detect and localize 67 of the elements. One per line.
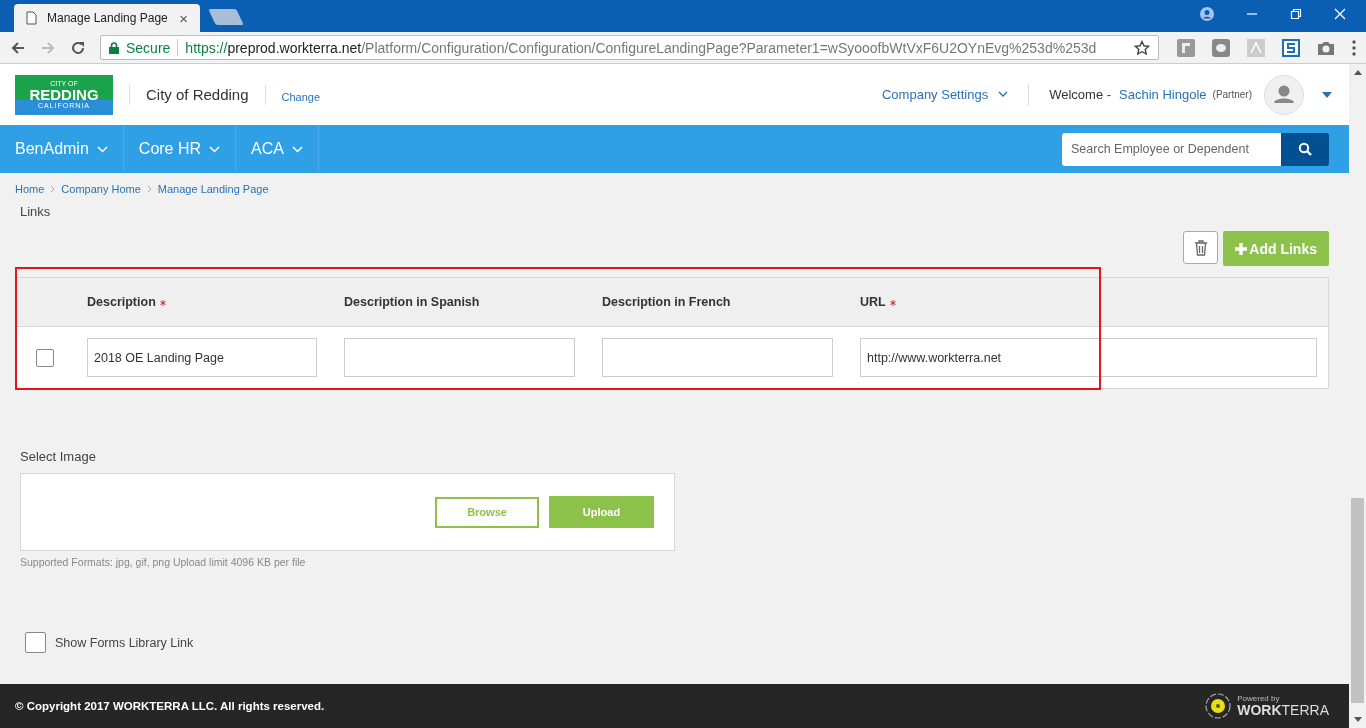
checkbox-label: Show Forms Library Link bbox=[55, 635, 194, 650]
section-title: Links bbox=[20, 204, 52, 219]
company-name: City of Redding bbox=[146, 86, 249, 103]
chevron-down-icon bbox=[209, 145, 221, 153]
delete-button[interactable] bbox=[1183, 231, 1219, 264]
copyright-text: © Copyright 2017 WORKTERRA LLC. All rights reserved. bbox=[15, 700, 325, 712]
column-header: Description in Spanish bbox=[343, 295, 481, 309]
user-name-link[interactable]: Sachin Hingole bbox=[1119, 87, 1207, 102]
scrollbar-thumb[interactable] bbox=[1351, 498, 1364, 703]
browser-tab[interactable]: Manage Landing Page × bbox=[14, 4, 200, 32]
chevron-right-icon bbox=[146, 185, 152, 193]
chevron-down-icon bbox=[998, 91, 1009, 98]
scroll-up-icon[interactable] bbox=[1353, 70, 1362, 75]
nav-menu[interactable]: ACA bbox=[236, 125, 319, 173]
camera-icon[interactable] bbox=[1317, 39, 1335, 56]
more-menu-icon[interactable] bbox=[1352, 39, 1356, 56]
column-header: Description in French bbox=[601, 295, 732, 309]
chevron-down-icon bbox=[96, 145, 108, 153]
extension-icon[interactable] bbox=[1282, 38, 1300, 57]
text-field[interactable]: http://www.workterra.net bbox=[860, 338, 1317, 377]
nav-menu[interactable]: Core HR bbox=[123, 125, 237, 173]
change-link[interactable]: Change bbox=[281, 90, 321, 103]
new-tab-button[interactable] bbox=[208, 9, 244, 25]
required-icon bbox=[889, 300, 896, 306]
avatar-icon[interactable] bbox=[1264, 74, 1304, 115]
powered-by-logo: Powered by WORKTERRA bbox=[1205, 693, 1329, 719]
checkbox[interactable] bbox=[25, 632, 46, 653]
text-field[interactable] bbox=[344, 338, 575, 377]
profile-icon[interactable] bbox=[1200, 7, 1214, 21]
search-field[interactable]: Search Employee or Dependent bbox=[1062, 132, 1281, 166]
nav-menu[interactable]: BenAdmin bbox=[0, 125, 124, 173]
lock-icon bbox=[109, 41, 119, 54]
welcome-text: Welcome - bbox=[1049, 87, 1112, 102]
breadcrumb-link[interactable]: Home bbox=[15, 183, 45, 195]
bookmark-star-icon[interactable] bbox=[1134, 39, 1150, 56]
trash-icon bbox=[1193, 239, 1208, 256]
page-icon bbox=[26, 11, 37, 25]
breadcrumb-link[interactable]: Company Home bbox=[61, 183, 141, 195]
company-settings-menu[interactable]: Company Settings bbox=[881, 87, 1009, 102]
tab-title: Manage Landing Page bbox=[47, 11, 169, 25]
close-window-icon[interactable] bbox=[1334, 8, 1346, 20]
breadcrumb-link[interactable]: Manage Landing Page bbox=[157, 183, 269, 195]
help-text: Supported Formats: jpg, gif, png Upload limit 4096 KB per file bbox=[20, 556, 307, 568]
required-icon bbox=[159, 300, 166, 306]
field-label: Select Image bbox=[20, 449, 97, 464]
address-bar[interactable]: Secure https://preprod.workterra.net/Platform/Configuration/Configuration/ConfigureLandingPage?Parameter1=wSyooofbWtVxF6U2OYnEvg%253d%253d bbox=[100, 35, 1159, 60]
scroll-down-icon[interactable] bbox=[1353, 717, 1362, 722]
chevron-right-icon bbox=[50, 185, 56, 193]
chevron-down-icon bbox=[291, 145, 303, 153]
text-field[interactable]: 2018 OE Landing Page bbox=[87, 338, 317, 377]
reload-icon[interactable] bbox=[70, 39, 86, 56]
plus-icon bbox=[1235, 242, 1248, 255]
back-icon[interactable] bbox=[10, 39, 26, 56]
close-tab-button[interactable]: × bbox=[179, 9, 188, 27]
url-text: https://preprod.workterra.net/Platform/Configuration/Configuration/ConfigureLandingPage?Parameter1=wSyooofbWtVxF6U2OYnEvg%253d%253d bbox=[185, 39, 1098, 56]
search-icon bbox=[1298, 142, 1312, 156]
column-header: Description bbox=[71, 295, 328, 309]
caret-icon[interactable] bbox=[1322, 91, 1332, 98]
restore-icon[interactable] bbox=[1290, 8, 1302, 20]
extension-icon[interactable] bbox=[1212, 38, 1230, 57]
search-button[interactable] bbox=[1281, 132, 1329, 166]
row-checkbox[interactable] bbox=[36, 348, 54, 367]
extension-icon[interactable] bbox=[1177, 38, 1195, 57]
text-field[interactable] bbox=[602, 338, 833, 377]
secure-label: Secure bbox=[126, 39, 171, 56]
column-header: URL bbox=[844, 295, 1328, 309]
user-role: (Partner) bbox=[1212, 89, 1252, 100]
